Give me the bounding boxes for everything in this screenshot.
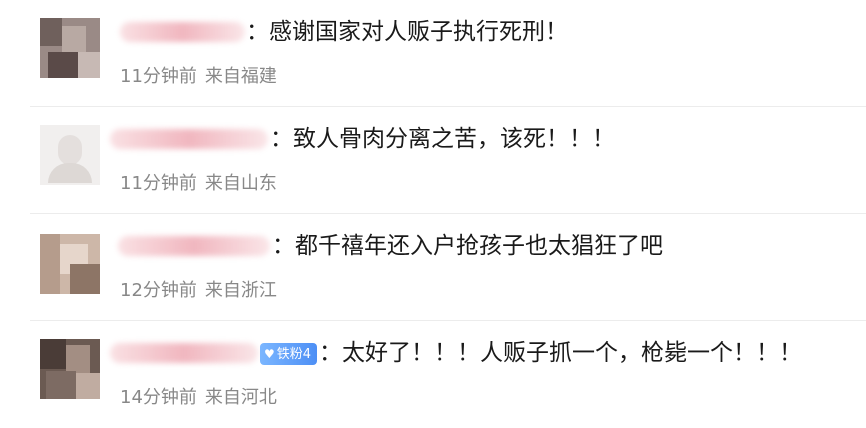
comment-time: 11分钟前 (120, 66, 197, 87)
comment-item: ：致人骨肉分离之苦，该死！！！ 11分钟前 来自山东 (0, 107, 866, 214)
name-separator: ： (246, 19, 269, 45)
comment-meta: 11分钟前 来自山东 (120, 169, 277, 195)
comment-time: 12分钟前 (120, 280, 197, 301)
username-blurred[interactable] (110, 129, 268, 149)
comment-content: ：感谢国家对人贩子执行死刑！ (246, 16, 568, 48)
comment-content: ♥ 铁粉4 ：太好了！！！人贩子抓一个，枪毙一个！！！ (260, 337, 802, 369)
comment-location: 来自河北 (204, 387, 277, 408)
avatar[interactable] (40, 125, 100, 185)
comment-item: ♥ 铁粉4 ：太好了！！！人贩子抓一个，枪毙一个！！！ 14分钟前 来自河北 (0, 321, 866, 428)
comment-meta: 12分钟前 来自浙江 (120, 276, 277, 302)
name-separator: ： (270, 126, 293, 152)
comment-content: ：致人骨肉分离之苦，该死！！！ (270, 123, 615, 155)
badge-label: 铁粉4 (276, 346, 312, 362)
comment-time: 11分钟前 (120, 173, 197, 194)
heart-icon: ♥ (264, 346, 275, 361)
fan-level-badge: ♥ 铁粉4 (260, 342, 318, 365)
username-blurred[interactable] (118, 236, 270, 256)
username-blurred[interactable] (120, 22, 245, 42)
comment-text: 感谢国家对人贩子执行死刑！ (269, 19, 568, 45)
comment-meta: 14分钟前 来自河北 (120, 383, 277, 409)
comment-content: ：都千禧年还入户抢孩子也太猖狂了吧 (272, 230, 663, 262)
comment-text: 致人骨肉分离之苦，该死！！！ (293, 126, 615, 152)
name-separator: ： (319, 340, 343, 366)
avatar[interactable] (40, 234, 100, 294)
comment-text: 都千禧年还入户抢孩子也太猖狂了吧 (295, 233, 663, 259)
avatar[interactable] (40, 18, 100, 78)
avatar[interactable] (40, 339, 100, 399)
comment-time: 14分钟前 (120, 387, 197, 408)
comment-location: 来自山东 (204, 173, 277, 194)
comment-meta: 11分钟前 来自福建 (120, 62, 277, 88)
comment-location: 来自浙江 (204, 280, 277, 301)
comment-item: ：都千禧年还入户抢孩子也太猖狂了吧 12分钟前 来自浙江 (0, 214, 866, 321)
comment-location: 来自福建 (204, 66, 277, 87)
username-blurred[interactable] (110, 343, 258, 363)
comment-item: ：感谢国家对人贩子执行死刑！ 11分钟前 来自福建 (0, 0, 866, 107)
comment-list: ：感谢国家对人贩子执行死刑！ 11分钟前 来自福建 ：致人骨肉分离之苦，该死！！！… (0, 0, 866, 428)
comment-text: 太好了！！！人贩子抓一个，枪毙一个！！！ (342, 340, 803, 366)
name-separator: ： (272, 233, 295, 259)
